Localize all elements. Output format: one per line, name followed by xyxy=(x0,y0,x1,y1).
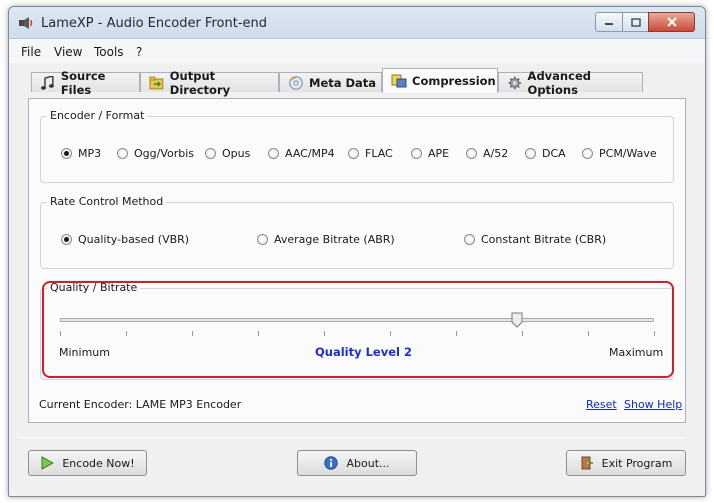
tab-label: Advanced Options xyxy=(527,68,591,97)
radio-indicator xyxy=(61,148,72,159)
highlight-box xyxy=(42,281,674,378)
radio-average-abr[interactable]: Average Bitrate (ABR) xyxy=(257,233,395,246)
slider-tick xyxy=(522,331,523,336)
tab-label: Compression xyxy=(412,74,496,88)
minimize-button[interactable] xyxy=(595,12,623,32)
radio-indicator xyxy=(525,148,536,159)
show-help-link[interactable]: Show Help xyxy=(624,398,682,411)
radio-pcm-wave[interactable]: PCM/Wave xyxy=(582,147,657,160)
group-title: Encoder / Format xyxy=(47,109,148,122)
close-icon xyxy=(666,17,677,27)
quality-slider[interactable] xyxy=(60,318,654,322)
radio-quality-vbr[interactable]: Quality-based (VBR) xyxy=(61,233,189,246)
quality-level-label: Quality Level 2 xyxy=(315,345,412,359)
window-title: LameXP - Audio Encoder Front-end xyxy=(41,16,267,31)
close-button[interactable] xyxy=(648,12,695,32)
button-label: About... xyxy=(346,456,390,470)
radio-label: Ogg/Vorbis xyxy=(134,147,195,160)
exit-program-button[interactable]: Exit Program xyxy=(566,450,686,476)
group-title: Rate Control Method xyxy=(47,195,167,208)
slider-thumb[interactable] xyxy=(511,312,523,328)
slider-min-label: Minimum xyxy=(59,346,110,359)
minimize-icon xyxy=(605,23,613,25)
menu-help[interactable]: ? xyxy=(136,45,142,59)
current-encoder-text: Current Encoder: LAME MP3 Encoder xyxy=(39,398,242,411)
tab-compression[interactable]: Compression xyxy=(382,68,498,93)
radio-indicator xyxy=(348,148,359,159)
radio-indicator xyxy=(268,148,279,159)
radio-label: Opus xyxy=(222,147,251,160)
tab-label: Source Files xyxy=(60,68,106,97)
exit-door-icon xyxy=(581,456,593,470)
radio-label: FLAC xyxy=(365,147,393,160)
radio-ape[interactable]: APE xyxy=(411,147,449,160)
radio-label: MP3 xyxy=(78,147,102,160)
menu-tools[interactable]: Tools xyxy=(94,45,124,59)
radio-label: Average Bitrate (ABR) xyxy=(274,233,395,246)
cd-icon xyxy=(289,75,303,90)
encode-now-button[interactable]: Encode Now! xyxy=(28,450,147,476)
slider-tick xyxy=(654,331,655,336)
radio-indicator xyxy=(257,234,268,245)
radio-aac-mp4[interactable]: AAC/MP4 xyxy=(268,147,335,160)
radio-opus[interactable]: Opus xyxy=(205,147,250,160)
play-icon xyxy=(41,456,55,470)
tab-advanced-options[interactable]: Advanced Options xyxy=(498,69,643,97)
slider-tick xyxy=(456,331,457,336)
title-bar: LameXP - Audio Encoder Front-end xyxy=(9,7,705,39)
slider-tick xyxy=(588,331,589,336)
separator xyxy=(18,437,684,438)
radio-indicator xyxy=(582,148,593,159)
reset-link[interactable]: Reset xyxy=(586,398,617,411)
slider-tick xyxy=(192,331,193,336)
radio-label: AAC/MP4 xyxy=(285,147,335,160)
slider-tick xyxy=(258,331,259,336)
radio-indicator xyxy=(466,148,477,159)
radio-indicator xyxy=(61,234,72,245)
radio-indicator xyxy=(411,148,422,159)
button-label: Exit Program xyxy=(601,456,673,470)
radio-flac[interactable]: FLAC xyxy=(348,147,393,160)
radio-label: Constant Bitrate (CBR) xyxy=(481,233,607,246)
music-note-icon xyxy=(40,75,54,90)
menu-file[interactable]: File xyxy=(21,45,41,59)
radio-indicator xyxy=(464,234,475,245)
radio-dca[interactable]: DCA xyxy=(525,147,566,160)
slider-tick xyxy=(390,331,391,336)
maximize-button[interactable] xyxy=(622,12,649,32)
slider-tick xyxy=(60,331,61,336)
slider-tick xyxy=(324,331,325,336)
speaker-icon xyxy=(19,17,33,29)
tab-source-files[interactable]: Source Files xyxy=(31,69,140,97)
radio-a52[interactable]: A/52 xyxy=(466,147,508,160)
tab-meta-data[interactable]: Meta Data xyxy=(279,72,382,92)
slider-max-label: Maximum xyxy=(609,346,664,359)
gear-icon xyxy=(508,76,522,89)
menu-bar: File View Tools ? xyxy=(9,39,705,63)
radio-label: A/52 xyxy=(483,147,509,160)
button-label: Encode Now! xyxy=(62,456,135,470)
menu-view[interactable]: View xyxy=(54,45,82,59)
radio-label: DCA xyxy=(542,147,566,160)
about-button[interactable]: About... xyxy=(297,450,417,476)
tab-output-directory[interactable]: Output Directory xyxy=(140,69,279,97)
radio-label: APE xyxy=(428,147,450,160)
info-icon xyxy=(324,456,339,470)
radio-mp3[interactable]: MP3 xyxy=(61,147,101,160)
compression-icon xyxy=(391,74,407,88)
radio-indicator xyxy=(205,148,216,159)
folder-arrow-icon xyxy=(149,76,164,89)
radio-ogg-vorbis[interactable]: Ogg/Vorbis xyxy=(117,147,194,160)
maximize-icon xyxy=(630,17,641,27)
radio-constant-cbr[interactable]: Constant Bitrate (CBR) xyxy=(464,233,606,246)
radio-label: PCM/Wave xyxy=(599,147,657,160)
radio-indicator xyxy=(117,148,128,159)
tab-label: Output Directory xyxy=(169,68,231,97)
slider-tick xyxy=(126,331,127,336)
radio-label: Quality-based (VBR) xyxy=(78,233,190,246)
tab-label: Meta Data xyxy=(309,75,377,90)
